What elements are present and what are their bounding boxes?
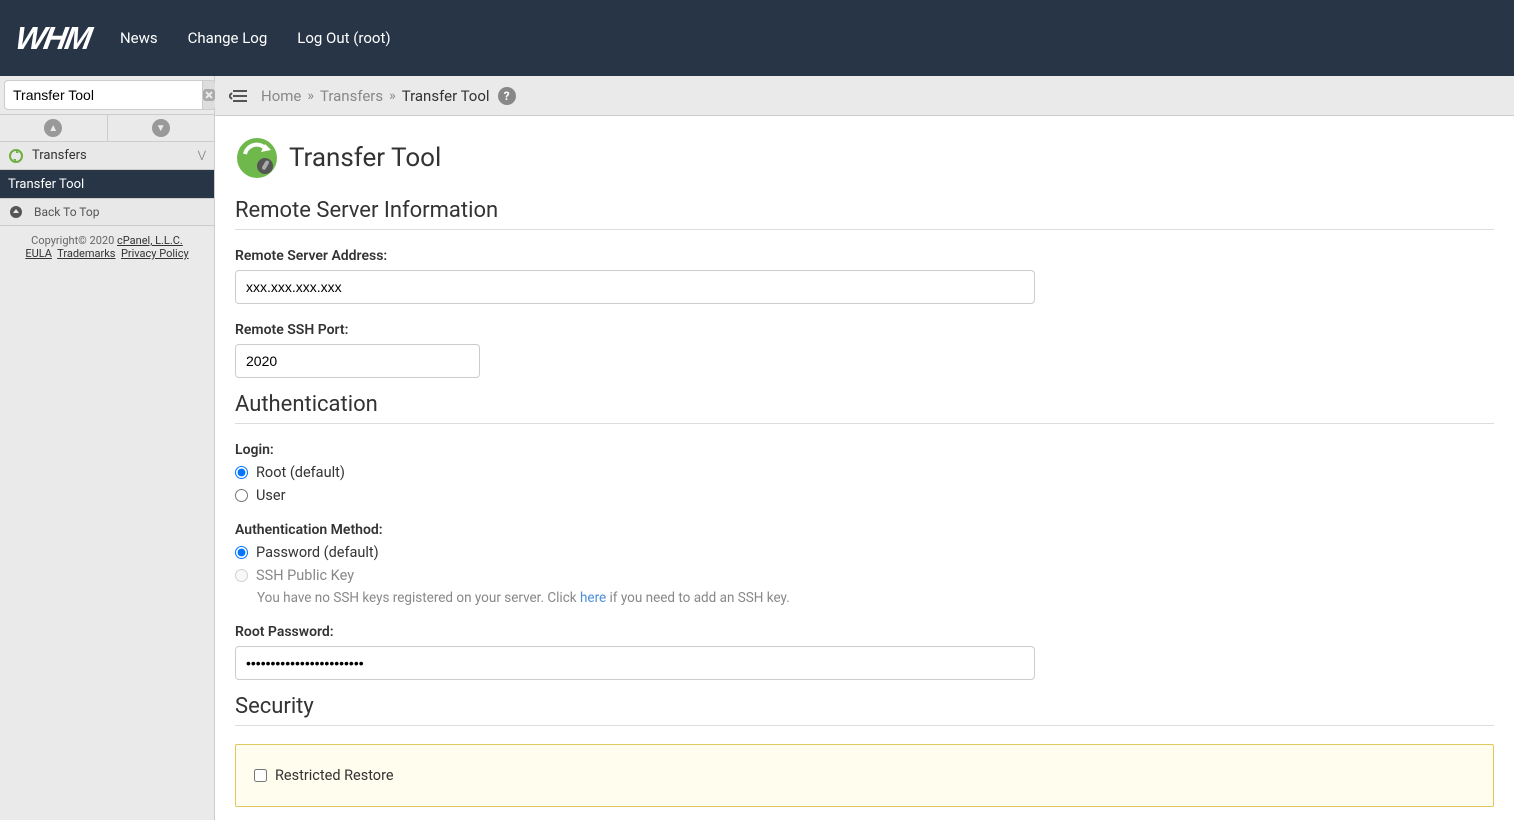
- label-root-password: Root Password:: [235, 624, 1494, 640]
- sidebar-footer: Copyright© 2020 cPanel, L.L.C. EULA Trad…: [0, 226, 214, 268]
- trademarks-link[interactable]: Trademarks: [57, 247, 115, 260]
- breadcrumb-bar: Home » Transfers » Transfer Tool ?: [215, 76, 1514, 116]
- sidebar-category-label: Transfers: [32, 148, 87, 163]
- whm-logo: WHM: [13, 19, 94, 57]
- help-text-after: if you need to add an SSH key.: [606, 590, 790, 606]
- help-text-before: You have no SSH keys registered on your …: [257, 590, 580, 606]
- label-auth-method: Authentication Method:: [235, 522, 1494, 538]
- help-button[interactable]: ?: [498, 87, 516, 105]
- breadcrumb-current: Transfer Tool: [402, 87, 490, 105]
- sidebar-item-transfer-tool[interactable]: Transfer Tool: [0, 170, 214, 198]
- arrow-up-icon: [8, 204, 24, 220]
- security-warning-box: Restricted Restore: [235, 744, 1494, 807]
- nav-log-out[interactable]: Log Out (root): [297, 29, 390, 47]
- caret-icon: ⋁: [198, 150, 206, 161]
- ssh-port-input[interactable]: [235, 344, 480, 378]
- privacy-link[interactable]: Privacy Policy: [121, 247, 189, 260]
- checkbox-restricted-restore-label: Restricted Restore: [275, 767, 394, 784]
- checkbox-restricted-restore[interactable]: [254, 769, 267, 782]
- sshkey-help-text: You have no SSH keys registered on your …: [257, 590, 1494, 606]
- breadcrumb-separator: »: [389, 88, 396, 104]
- top-header: WHM News Change Log Log Out (root): [0, 0, 1514, 76]
- radio-login-user[interactable]: [235, 489, 248, 502]
- refresh-icon: [8, 148, 24, 164]
- sshkey-here-link[interactable]: here: [580, 590, 606, 606]
- nav-news[interactable]: News: [120, 29, 158, 47]
- root-password-input[interactable]: [235, 646, 1035, 680]
- expand-all-button[interactable]: ▼: [108, 115, 215, 141]
- radio-auth-password-label: Password (default): [256, 544, 379, 561]
- section-authentication: Authentication: [235, 392, 1494, 424]
- transfer-tool-icon: [235, 136, 279, 180]
- nav-change-log[interactable]: Change Log: [188, 29, 268, 47]
- label-login: Login:: [235, 442, 1494, 458]
- sidebar-search-input[interactable]: [4, 80, 203, 110]
- back-to-top-label: Back To Top: [34, 205, 99, 219]
- sidebar-back-to-top[interactable]: Back To Top: [0, 198, 214, 226]
- main-area: Home » Transfers » Transfer Tool ? Tran: [215, 76, 1514, 820]
- page-title: Transfer Tool: [289, 143, 441, 173]
- cpanel-link[interactable]: cPanel, L.L.C.: [117, 234, 183, 247]
- copyright-text: Copyright© 2020: [31, 234, 117, 247]
- chevron-down-icon: ▼: [152, 119, 170, 137]
- radio-auth-sshkey: [235, 569, 248, 582]
- radio-login-user-label: User: [256, 487, 286, 504]
- chevron-up-icon: ▲: [44, 119, 62, 137]
- sidebar: ▲ ▼ Transfers ⋁ Transfer Tool Back To To…: [0, 76, 215, 820]
- menu-icon: [229, 89, 247, 103]
- label-remote-address: Remote Server Address:: [235, 248, 1494, 264]
- breadcrumb-transfers[interactable]: Transfers: [320, 87, 383, 105]
- sidebar-toggle-button[interactable]: [227, 85, 249, 107]
- section-remote-server: Remote Server Information: [235, 198, 1494, 230]
- remote-address-input[interactable]: [235, 270, 1035, 304]
- sidebar-category-transfers[interactable]: Transfers ⋁: [0, 142, 214, 170]
- radio-login-root[interactable]: [235, 466, 248, 479]
- radio-auth-sshkey-label: SSH Public Key: [256, 567, 354, 584]
- label-ssh-port: Remote SSH Port:: [235, 322, 1494, 338]
- radio-login-root-label: Root (default): [256, 464, 345, 481]
- radio-auth-password[interactable]: [235, 546, 248, 559]
- section-security: Security: [235, 694, 1494, 726]
- collapse-all-button[interactable]: ▲: [0, 115, 108, 141]
- breadcrumb-home[interactable]: Home: [261, 87, 301, 105]
- eula-link[interactable]: EULA: [25, 247, 52, 260]
- sidebar-item-label: Transfer Tool: [8, 177, 84, 192]
- breadcrumb-separator: »: [307, 88, 314, 104]
- close-icon: [203, 89, 215, 101]
